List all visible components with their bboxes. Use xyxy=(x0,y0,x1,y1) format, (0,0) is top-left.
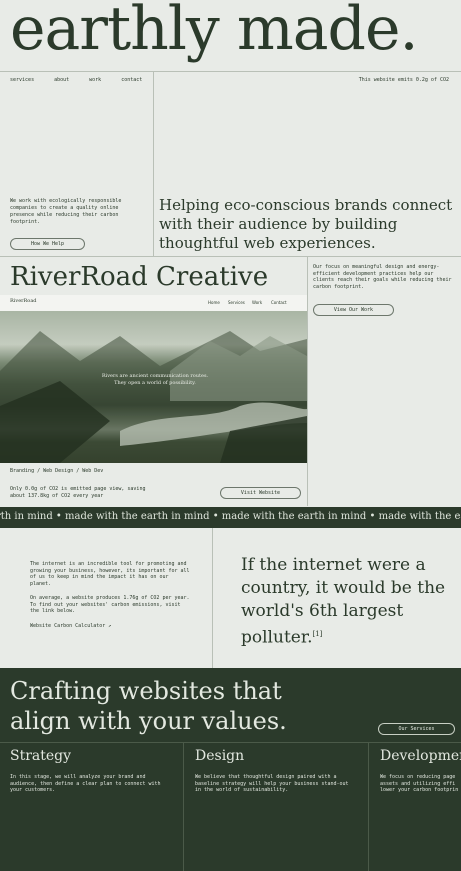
mountain-river-image: Rivers are ancient communication routes.… xyxy=(0,311,307,463)
screenshot-nav-item: Work xyxy=(252,300,263,305)
marquee-text: rth in mind • made with the earth in min… xyxy=(0,511,461,522)
quote-text: If the internet were a country, it would… xyxy=(241,555,446,648)
nav-about[interactable]: about xyxy=(54,77,69,83)
divider xyxy=(0,256,461,257)
divider xyxy=(153,71,154,256)
service-strategy: Strategy In this stage, we will analyze … xyxy=(10,742,180,871)
divider xyxy=(368,742,369,871)
visit-website-button[interactable]: Visit Website xyxy=(220,487,301,499)
screenshot-nav: RiverRoad Home Services Work Contact xyxy=(0,295,307,311)
service-description: We focus on reducing page assets and uti… xyxy=(380,774,459,793)
hero-headline: Helping eco-conscious brands connect wit… xyxy=(159,196,453,252)
about-paragraph: The internet is an incredible tool for p… xyxy=(30,561,190,587)
service-design: Design We believe that thoughtful design… xyxy=(195,742,365,871)
divider xyxy=(0,71,461,72)
screenshot-nav-item: Home xyxy=(208,300,220,305)
nav-work[interactable]: work xyxy=(89,77,101,83)
project-title: RiverRoad Creative xyxy=(10,262,269,292)
divider xyxy=(307,256,308,506)
about-text: The internet is an incredible tool for p… xyxy=(30,561,190,629)
service-title: Developmen xyxy=(380,748,461,764)
project-tags: Branding / Web Design / Web Dev xyxy=(10,468,104,474)
screenshot-caption: Rivers are ancient communication routes.… xyxy=(101,373,209,386)
project-screenshot[interactable]: RiverRoad Home Services Work Contact Riv… xyxy=(0,295,307,463)
screenshot-nav-item: Services xyxy=(228,300,245,305)
how-we-help-button[interactable]: How We Help xyxy=(10,238,85,250)
footnote-ref[interactable]: [1] xyxy=(313,630,323,638)
intro-text: We work with ecologically responsible co… xyxy=(10,198,122,225)
service-development: Developmen We focus on reducing page ass… xyxy=(380,742,461,871)
nav-contact[interactable]: contact xyxy=(121,77,142,83)
carbon-emission-note: This website emits 0.2g of CO2 xyxy=(358,77,449,83)
service-description: We believe that thoughtful design paired… xyxy=(195,774,349,793)
stat-quote: If the internet were a country, it would… xyxy=(241,554,456,650)
screenshot-logo: RiverRoad xyxy=(10,298,37,304)
site-title: earthly made. xyxy=(10,0,419,64)
service-description: In this stage, we will analyze your bran… xyxy=(10,774,161,793)
service-title: Strategy xyxy=(10,748,72,764)
services-section: Crafting websites that align with your v… xyxy=(0,668,461,871)
screenshot-nav-item: Contact xyxy=(271,300,287,305)
nav-services[interactable]: services xyxy=(10,77,34,83)
about-paragraph: On average, a website produces 1.76g of … xyxy=(30,595,190,614)
mountain-illustration xyxy=(0,331,307,463)
project-description: Our focus on meaningful design and energ… xyxy=(313,264,452,290)
divider xyxy=(183,742,184,871)
our-services-button[interactable]: Our Services xyxy=(378,723,455,735)
divider xyxy=(212,528,213,668)
project-co2-note: Only 0.0g of CO2 is emitted page view, s… xyxy=(10,486,146,499)
services-heading: Crafting websites that align with your v… xyxy=(10,677,287,735)
service-title: Design xyxy=(195,748,245,764)
main-nav: services about work contact xyxy=(10,77,142,83)
marquee-band: rth in mind • made with the earth in min… xyxy=(0,507,461,528)
view-our-work-button[interactable]: View Our Work xyxy=(313,304,394,316)
carbon-calculator-link[interactable]: Website Carbon Calculator ↗ xyxy=(30,623,190,630)
